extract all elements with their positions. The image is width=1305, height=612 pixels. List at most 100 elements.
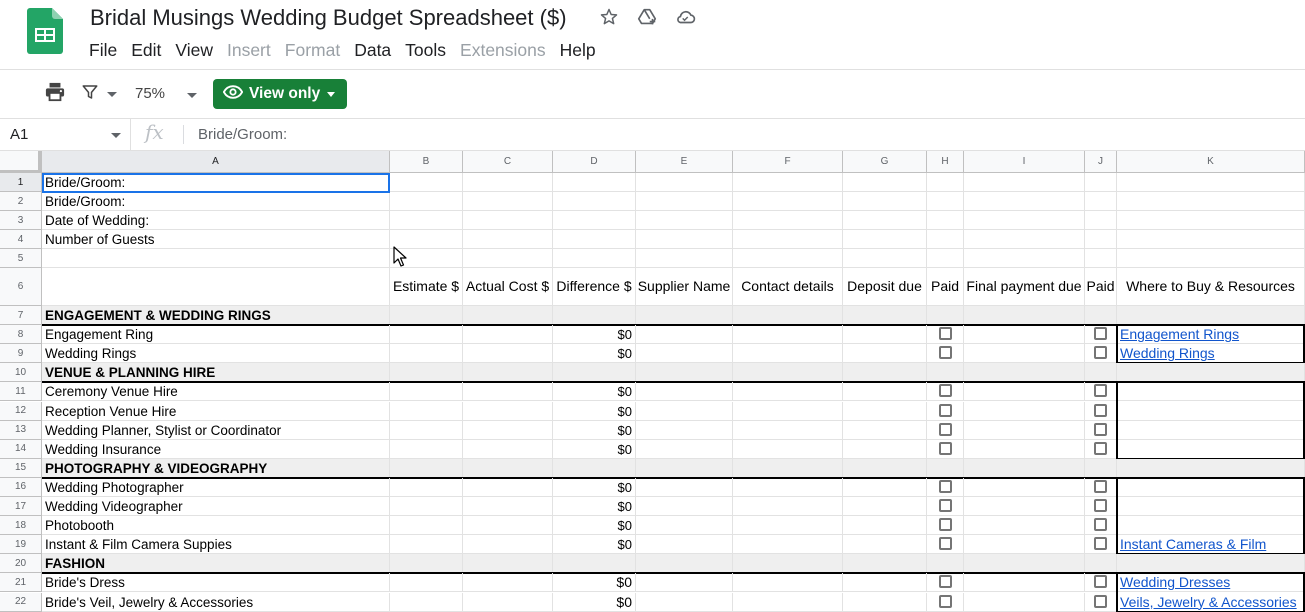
column-title-cell[interactable]: Paid xyxy=(1085,268,1117,306)
column-title-cell[interactable]: Where to Buy & Resources xyxy=(1117,268,1305,306)
final-paid-cell[interactable] xyxy=(1085,573,1117,593)
section-cell[interactable] xyxy=(463,554,553,574)
empty-cell[interactable] xyxy=(390,325,463,345)
empty-cell[interactable] xyxy=(463,249,553,268)
menu-help[interactable]: Help xyxy=(553,38,603,63)
item-name-cell[interactable]: Photobooth xyxy=(42,516,390,536)
star-icon[interactable] xyxy=(598,6,620,28)
empty-cell[interactable] xyxy=(964,439,1085,459)
difference-cell[interactable]: $0 xyxy=(553,516,636,536)
empty-cell[interactable] xyxy=(636,477,733,497)
row-header[interactable]: 22 xyxy=(0,592,42,612)
deposit-paid-cell[interactable] xyxy=(927,325,964,345)
empty-cell[interactable] xyxy=(463,592,553,612)
empty-cell[interactable] xyxy=(964,535,1085,555)
info-label-cell[interactable] xyxy=(42,249,390,268)
deposit-paid-cell[interactable] xyxy=(927,344,964,364)
empty-cell[interactable] xyxy=(843,516,927,536)
final-paid-cell[interactable] xyxy=(1085,382,1117,402)
empty-cell[interactable] xyxy=(1085,230,1117,249)
empty-cell[interactable] xyxy=(843,173,927,192)
final-paid-checkbox[interactable] xyxy=(1094,403,1107,417)
difference-cell[interactable]: $0 xyxy=(553,420,636,440)
empty-cell[interactable] xyxy=(964,211,1085,230)
empty-cell[interactable] xyxy=(636,497,733,517)
empty-cell[interactable] xyxy=(843,382,927,402)
item-name-cell[interactable]: Wedding Photographer xyxy=(42,477,390,497)
difference-cell[interactable]: $0 xyxy=(553,325,636,345)
section-cell[interactable] xyxy=(927,554,964,574)
menu-data[interactable]: Data xyxy=(347,38,398,63)
empty-cell[interactable] xyxy=(964,173,1085,192)
empty-cell[interactable] xyxy=(927,249,964,268)
section-cell[interactable] xyxy=(927,363,964,383)
empty-cell[interactable] xyxy=(843,211,927,230)
column-header-i[interactable]: I xyxy=(964,151,1085,173)
empty-cell[interactable] xyxy=(463,497,553,517)
final-paid-checkbox[interactable] xyxy=(1094,575,1107,589)
empty-cell[interactable] xyxy=(733,325,843,345)
empty-cell[interactable] xyxy=(1085,211,1117,230)
deposit-paid-checkbox[interactable] xyxy=(938,327,952,341)
empty-cell[interactable] xyxy=(463,344,553,364)
empty-cell[interactable] xyxy=(463,401,553,421)
empty-cell[interactable] xyxy=(553,249,636,268)
menu-view[interactable]: View xyxy=(168,38,220,63)
section-cell[interactable] xyxy=(636,306,733,326)
row-header[interactable]: 4 xyxy=(0,230,42,249)
empty-cell[interactable] xyxy=(1117,173,1305,192)
empty-cell[interactable] xyxy=(1085,173,1117,192)
row-header[interactable]: 5 xyxy=(0,249,42,268)
column-title-cell[interactable]: Paid xyxy=(927,268,964,306)
section-cell[interactable] xyxy=(390,306,463,326)
empty-cell[interactable] xyxy=(390,401,463,421)
final-paid-checkbox[interactable] xyxy=(1094,499,1107,513)
deposit-paid-checkbox[interactable] xyxy=(938,518,952,532)
name-box[interactable]: A1 xyxy=(0,119,130,150)
final-paid-checkbox[interactable] xyxy=(1094,327,1107,341)
section-cell[interactable] xyxy=(964,363,1085,383)
final-paid-checkbox[interactable] xyxy=(1094,479,1107,493)
formula-input[interactable]: Bride/Groom: xyxy=(198,126,287,143)
deposit-paid-checkbox[interactable] xyxy=(938,346,952,360)
move-to-drive-icon[interactable] xyxy=(636,6,658,28)
section-cell[interactable] xyxy=(390,554,463,574)
section-cell[interactable] xyxy=(964,554,1085,574)
column-header-c[interactable]: C xyxy=(463,151,553,173)
empty-cell[interactable] xyxy=(843,497,927,517)
final-paid-cell[interactable] xyxy=(1085,344,1117,364)
empty-cell[interactable] xyxy=(843,192,927,211)
item-name-cell[interactable]: Bride's Dress xyxy=(42,573,390,593)
final-paid-checkbox[interactable] xyxy=(1094,346,1107,360)
empty-cell[interactable] xyxy=(636,420,733,440)
section-cell[interactable] xyxy=(1085,306,1117,326)
empty-cell[interactable] xyxy=(733,497,843,517)
item-name-cell[interactable]: Bride's Veil, Jewelry & Accessories xyxy=(42,592,390,612)
deposit-paid-cell[interactable] xyxy=(927,497,964,517)
difference-cell[interactable]: $0 xyxy=(553,573,636,593)
empty-cell[interactable] xyxy=(843,249,927,268)
column-title-cell[interactable]: Final payment due xyxy=(964,268,1085,306)
column-header-k[interactable]: K xyxy=(1117,151,1305,173)
item-name-cell[interactable]: Instant & Film Camera Suppies xyxy=(42,535,390,555)
final-paid-checkbox[interactable] xyxy=(1094,422,1107,436)
empty-cell[interactable] xyxy=(733,535,843,555)
final-paid-checkbox[interactable] xyxy=(1094,537,1107,551)
row-header[interactable]: 6 xyxy=(0,268,42,306)
deposit-paid-checkbox[interactable] xyxy=(938,479,952,493)
empty-cell[interactable] xyxy=(1117,497,1305,517)
empty-cell[interactable] xyxy=(733,420,843,440)
column-header-g[interactable]: G xyxy=(843,151,927,173)
deposit-paid-checkbox[interactable] xyxy=(938,384,952,398)
empty-cell[interactable] xyxy=(390,211,463,230)
empty-cell[interactable] xyxy=(927,230,964,249)
item-name-cell[interactable]: Wedding Planner, Stylist or Coordinator xyxy=(42,420,390,440)
empty-cell[interactable] xyxy=(733,192,843,211)
empty-cell[interactable] xyxy=(636,344,733,364)
deposit-paid-checkbox[interactable] xyxy=(938,594,952,608)
final-paid-checkbox[interactable] xyxy=(1094,594,1107,608)
empty-cell[interactable] xyxy=(390,344,463,364)
menu-format[interactable]: Format xyxy=(278,38,347,63)
column-header-h[interactable]: H xyxy=(927,151,964,173)
final-paid-checkbox[interactable] xyxy=(1094,384,1107,398)
